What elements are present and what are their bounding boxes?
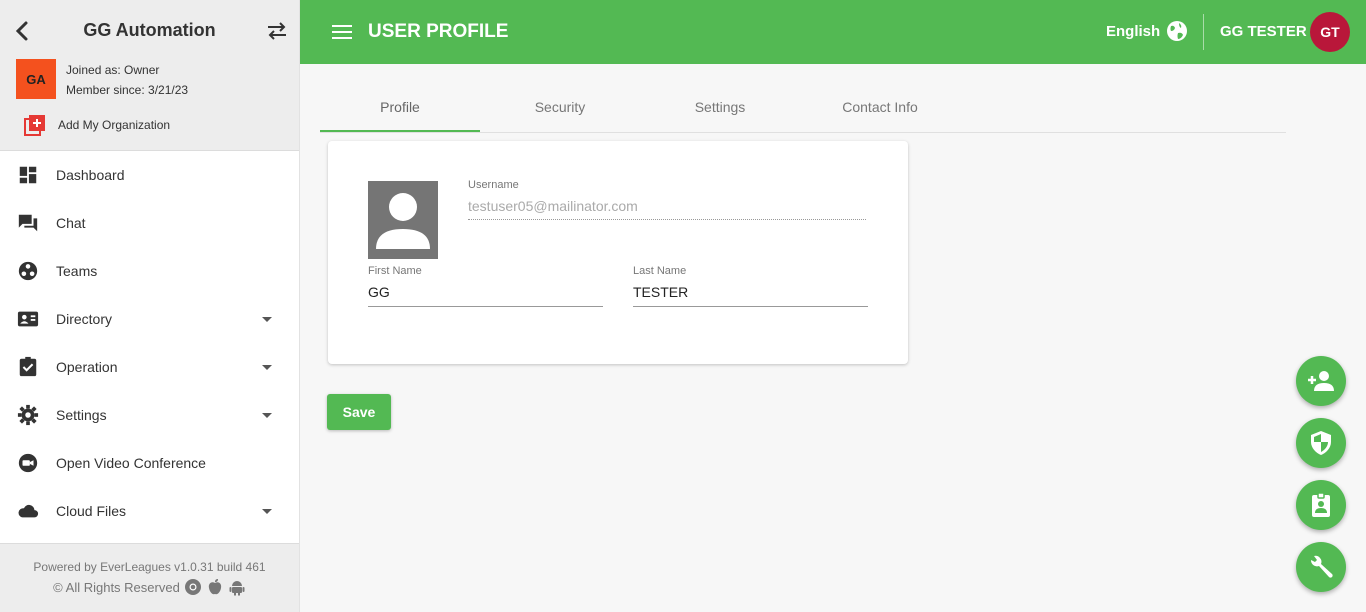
sidebar-item-label: Open Video Conference [56,455,206,471]
sidebar-item-dashboard[interactable]: Dashboard [0,151,299,199]
language-selector[interactable]: English [1106,20,1188,42]
add-user-button[interactable] [1296,356,1346,406]
settings-tools-button[interactable] [1296,542,1346,592]
org-title: GG Automation [83,20,216,40]
sidebar-header: GG Automation GA Joined as: Owner Member… [0,0,299,151]
chevron-down-icon [262,317,272,322]
first-name-label: First Name [368,265,422,277]
apple-icon[interactable] [206,578,224,596]
globe-icon [1167,21,1188,41]
tab-contact-info[interactable]: Contact Info [800,84,960,132]
sidebar-item-label: Settings [56,407,107,423]
swap-icon[interactable] [266,21,288,41]
sidebar: GG Automation GA Joined as: Owner Member… [0,0,300,612]
username-field: testuser05@mailinator.com [468,198,866,220]
sidebar-nav: Dashboard Chat Teams Directory Operation… [0,151,299,535]
sidebar-item-label: Chat [56,215,86,231]
add-organization-label: Add My Organization [58,118,171,132]
sidebar-item-label: Teams [56,263,98,279]
sidebar-item-video-conference[interactable]: Open Video Conference [0,439,299,487]
add-organization-link[interactable]: Add My Organization [24,114,170,136]
gear-icon [16,403,40,427]
top-bar: USER PROFILE English GG TESTER GT [300,0,1366,64]
first-name-field[interactable]: GG [368,284,603,307]
android-icon[interactable] [228,578,246,596]
sidebar-item-label: Dashboard [56,167,125,183]
contact-info-button[interactable] [1296,480,1346,530]
tab-settings[interactable]: Settings [640,84,800,132]
sidebar-item-chat[interactable]: Chat [0,199,299,247]
member-since-text: Member since: 3/21/23 [66,83,189,97]
sidebar-item-settings[interactable]: Settings [0,391,299,439]
chevron-down-icon [262,413,272,418]
sidebar-item-teams[interactable]: Teams [0,247,299,295]
chevron-down-icon [262,509,272,514]
profile-picture[interactable] [368,181,438,259]
sidebar-item-label: Operation [56,359,118,375]
chat-icon [16,211,40,235]
person-icon [376,193,430,249]
user-name[interactable]: GG TESTER [1220,23,1307,40]
cloud-icon [16,499,40,523]
tab-profile[interactable]: Profile [320,84,480,132]
avatar[interactable]: GT [1310,12,1350,52]
dashboard-icon [16,163,40,187]
chrome-icon[interactable] [184,578,202,596]
sidebar-footer: Powered by EverLeagues v1.0.31 build 461… [0,543,299,612]
sidebar-item-label: Cloud Files [56,503,127,519]
joined-as-text: Joined as: Owner [66,63,160,77]
profile-card: Username testuser05@mailinator.com First… [328,141,908,364]
powered-by-text: Powered by EverLeagues v1.0.31 build 461 [33,560,266,574]
username-label: Username [468,179,519,191]
rights-text: © All Rights Reserved [53,579,180,595]
clipboard-check-icon [16,355,40,379]
add-box-icon [24,115,45,136]
contact-card-icon [16,307,40,331]
video-camera-icon [16,451,40,475]
sidebar-item-operation[interactable]: Operation [0,343,299,391]
org-avatar[interactable]: GA [16,59,56,99]
sidebar-item-label: Directory [56,311,113,327]
chevron-down-icon [262,365,272,370]
wrench-icon [1310,555,1333,578]
page-title: USER PROFILE [368,21,509,42]
save-button[interactable]: Save [327,394,391,430]
sidebar-item-cloud-files[interactable]: Cloud Files [0,487,299,535]
tab-security[interactable]: Security [480,84,640,132]
last-name-label: Last Name [633,265,687,277]
teams-icon [16,259,40,283]
hamburger-menu-icon[interactable] [332,24,352,40]
sidebar-item-directory[interactable]: Directory [0,295,299,343]
add-user-icon [1308,371,1334,391]
shield-icon [1311,431,1331,455]
last-name-field[interactable]: TESTER [633,284,868,307]
badge-icon [1312,492,1330,517]
topbar-divider [1203,14,1204,50]
rights-row: © All Rights Reserved [0,578,299,596]
profile-tabs: Profile Security Settings Contact Info [320,84,1286,133]
language-label: English [1106,22,1161,40]
security-button[interactable] [1296,418,1346,468]
